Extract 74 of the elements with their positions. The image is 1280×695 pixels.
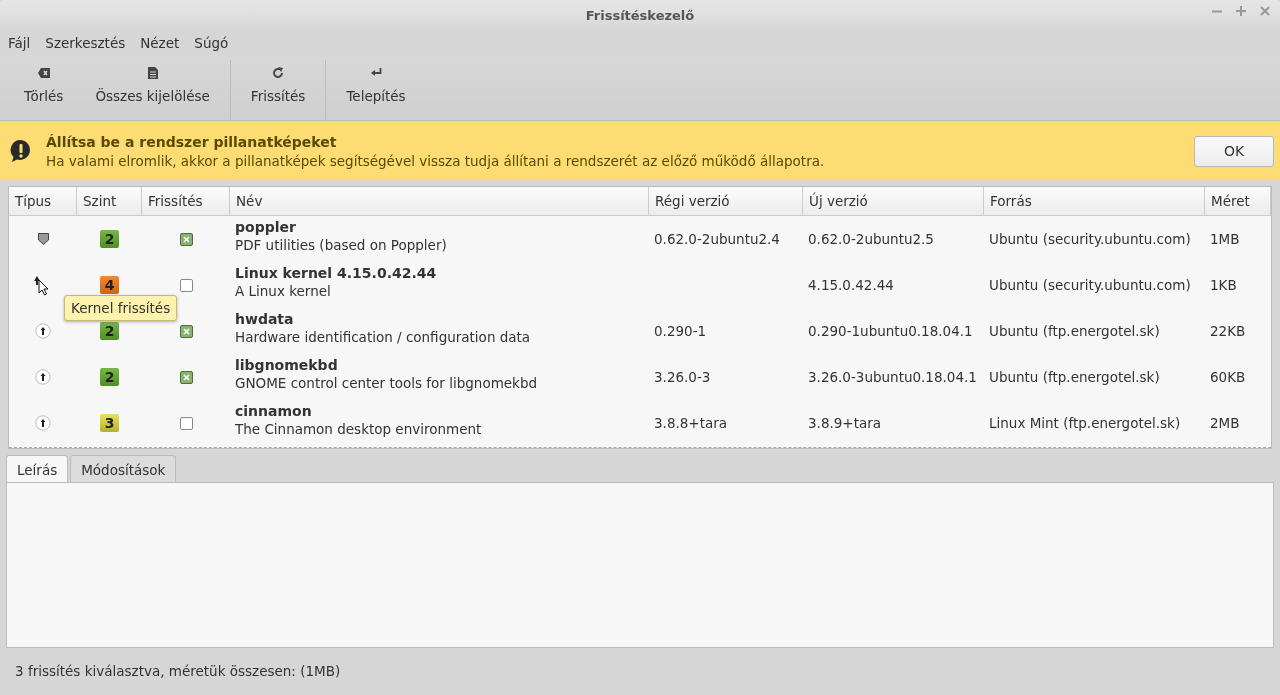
toolbar-button[interactable]: Törlés bbox=[8, 55, 80, 120]
table-cell: 60KB bbox=[1210, 369, 1246, 385]
column-header[interactable]: Új verzió bbox=[803, 187, 984, 216]
package-description: GNOME control center tools for libgnomekbd bbox=[235, 375, 538, 391]
checkbox[interactable] bbox=[179, 416, 193, 430]
table-cell: 0.290-1ubuntu0.18.04.1 bbox=[808, 323, 973, 339]
package-description: PDF utilities (based on Poppler) bbox=[235, 237, 447, 253]
table-cell: 0.62.0-2ubuntu2.5 bbox=[808, 231, 934, 247]
column-header[interactable]: Régi verzió bbox=[649, 187, 803, 216]
menu-item[interactable]: Súgó bbox=[194, 34, 229, 51]
package-name: hwdata bbox=[235, 311, 294, 327]
tab[interactable]: Leírás bbox=[6, 455, 69, 482]
menu-item[interactable]: Szerkesztés bbox=[45, 34, 126, 51]
cross-icon bbox=[182, 373, 190, 381]
table-cell: 22KB bbox=[1210, 323, 1246, 339]
table-cell: 3.26.0-3 bbox=[654, 369, 711, 385]
package-description: The Cinnamon desktop environment bbox=[235, 421, 482, 437]
return-arrow-icon bbox=[370, 67, 382, 79]
package-name: cinnamon bbox=[235, 403, 312, 419]
alert-icon bbox=[9, 139, 33, 163]
table-cell: Ubuntu (security.ubuntu.com) bbox=[989, 231, 1191, 247]
table-cell: 4.15.0.42.44 bbox=[808, 277, 894, 293]
ok-button[interactable]: OK bbox=[1194, 135, 1274, 167]
column-header[interactable]: Méret bbox=[1205, 187, 1271, 216]
level-badge: 2 bbox=[100, 322, 119, 340]
package-description: Hardware identification / configuration data bbox=[235, 329, 531, 345]
table-cell: 3.26.0-3ubuntu0.18.04.1 bbox=[808, 369, 977, 385]
package-name: poppler bbox=[235, 219, 296, 235]
table-cell: 0.290-1 bbox=[654, 323, 707, 339]
table-cell: 3.8.9+tara bbox=[808, 415, 882, 431]
level-badge: 2 bbox=[100, 230, 119, 248]
cross-icon bbox=[182, 327, 190, 335]
maximize-icon[interactable] bbox=[1236, 6, 1246, 16]
level-badge: 4 bbox=[100, 276, 119, 294]
table-cell: Linux Mint (ftp.energotel.sk) bbox=[989, 415, 1181, 431]
column-header[interactable]: Forrás bbox=[984, 187, 1205, 216]
document-icon bbox=[147, 67, 158, 79]
checkbox[interactable] bbox=[179, 232, 193, 246]
checkbox[interactable] bbox=[179, 324, 193, 338]
table-cell: 3.8.8+tara bbox=[654, 415, 728, 431]
table-cell: Ubuntu (ftp.energotel.sk) bbox=[989, 369, 1160, 385]
table-cell: 1MB bbox=[1210, 231, 1240, 247]
banner-title: Állítsa be a rendszer pillanatképeket bbox=[46, 133, 338, 150]
banner-message: Ha valami elromlik, akkor a pillanatképek segítségével vissza tudja állítani a rendszerét az előző működő állapotra. bbox=[46, 152, 826, 169]
table-cell: 0.62.0-2ubuntu2.4 bbox=[654, 231, 780, 247]
menu-item[interactable]: Nézet bbox=[140, 34, 180, 51]
toolbar-button[interactable]: Telepítés bbox=[330, 55, 422, 120]
package-name: libgnomekbd bbox=[235, 357, 338, 373]
level-badge: 2 bbox=[100, 368, 119, 386]
column-header[interactable]: Szint bbox=[77, 187, 142, 216]
status-text: 3 frissítés kiválasztva, méretük összesen: (1MB) bbox=[15, 663, 341, 679]
column-header[interactable]: Típus bbox=[9, 187, 77, 216]
table-cell: 1KB bbox=[1210, 277, 1237, 293]
eraser-icon bbox=[37, 67, 50, 79]
cross-icon bbox=[182, 235, 190, 243]
refresh-icon bbox=[272, 67, 285, 79]
column-header[interactable]: Név bbox=[230, 187, 649, 216]
table-cell: Ubuntu (ftp.energotel.sk) bbox=[989, 323, 1160, 339]
toolbar-button[interactable]: Frissítés bbox=[234, 55, 322, 120]
tab[interactable]: Módosítások bbox=[70, 455, 177, 482]
column-header[interactable]: Frissítés bbox=[142, 187, 230, 216]
table-cell: 2MB bbox=[1210, 415, 1240, 431]
package-description: A Linux kernel bbox=[235, 283, 331, 299]
menu-item[interactable]: Fájl bbox=[8, 34, 31, 51]
shield-icon bbox=[37, 233, 49, 245]
window-title: Frissítéskezelő bbox=[585, 7, 695, 23]
tooltip: Kernel frissítés bbox=[64, 295, 178, 321]
checkbox[interactable] bbox=[179, 278, 193, 292]
package-name: Linux kernel 4.15.0.42.44 bbox=[235, 265, 437, 281]
close-icon[interactable] bbox=[1260, 6, 1270, 16]
toolbar-button[interactable]: Összes kijelölése bbox=[79, 55, 226, 120]
table-cell: Ubuntu (security.ubuntu.com) bbox=[989, 277, 1191, 293]
level-badge: 3 bbox=[100, 414, 119, 432]
checkbox[interactable] bbox=[179, 370, 193, 384]
